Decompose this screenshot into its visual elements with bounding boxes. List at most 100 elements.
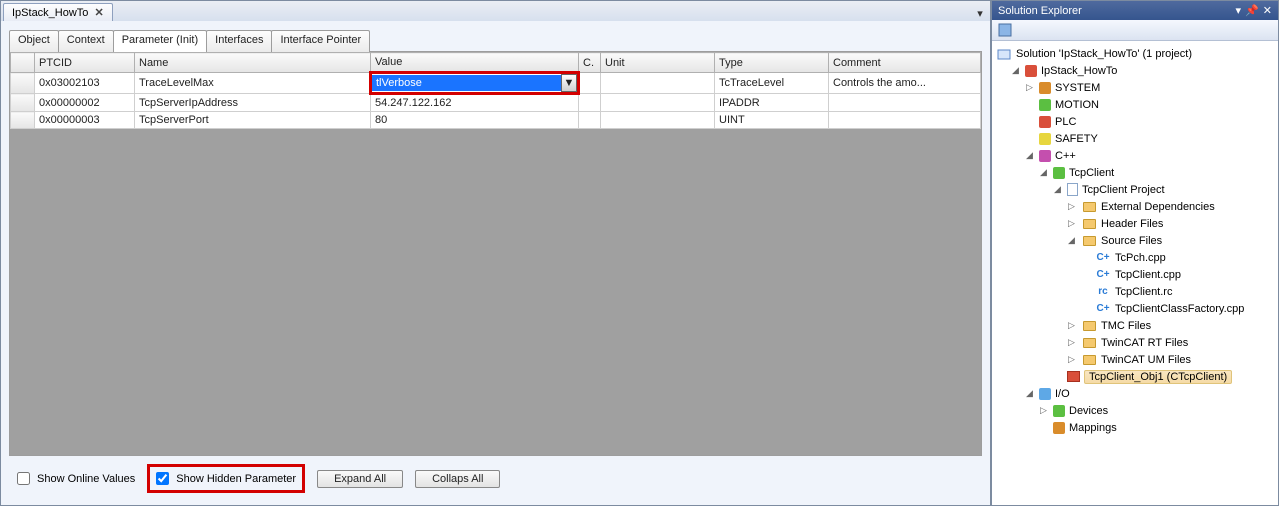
tree-rt-files[interactable]: ▷ TwinCAT RT Files <box>1064 334 1276 351</box>
tree-system[interactable]: ▷ SYSTEM <box>1022 79 1276 96</box>
tab-parameter-init[interactable]: Parameter (Init) <box>113 30 207 52</box>
collapse-icon[interactable]: ◢ <box>1052 184 1063 195</box>
cell-unit[interactable] <box>601 94 715 112</box>
cell-comment[interactable] <box>829 94 981 112</box>
expand-icon[interactable]: ▷ <box>1066 354 1077 365</box>
tree-header-files[interactable]: ▷ Header Files <box>1064 215 1276 232</box>
tree-src-file[interactable]: C+ TcpClientClassFactory.cpp <box>1078 300 1276 317</box>
tree-external-deps[interactable]: ▷ External Dependencies <box>1064 198 1276 215</box>
col-name[interactable]: Name <box>135 53 371 73</box>
cell-type[interactable]: UINT <box>715 112 829 129</box>
devices-icon <box>1053 405 1065 417</box>
cell-name[interactable]: TcpServerIpAddress <box>135 94 371 112</box>
expand-icon[interactable]: ▷ <box>1066 201 1077 212</box>
tab-interface-pointer[interactable]: Interface Pointer <box>271 30 370 52</box>
tree-motion[interactable]: MOTION <box>1022 96 1276 113</box>
window-menu-icon[interactable]: ▾ <box>1236 4 1242 17</box>
collapse-icon[interactable]: ◢ <box>1066 235 1077 246</box>
chevron-down-icon: ▾ <box>977 7 983 20</box>
tree-cpp[interactable]: ◢ C++ <box>1022 147 1276 164</box>
row-header[interactable] <box>11 73 35 94</box>
pin-icon[interactable]: 📌 <box>1245 4 1259 17</box>
panel-title: Solution Explorer <box>998 5 1082 17</box>
cell-value[interactable]: 54.247.122.162 <box>371 94 579 112</box>
cell-ptcid[interactable]: 0x03002103 <box>35 73 135 94</box>
collapse-icon[interactable]: ◢ <box>1024 150 1035 161</box>
cell-type[interactable]: IPADDR <box>715 94 829 112</box>
tree-plc[interactable]: PLC <box>1022 113 1276 130</box>
tree-um-files[interactable]: ▷ TwinCAT UM Files <box>1064 351 1276 368</box>
dropdown-button[interactable]: ▼ <box>561 74 577 92</box>
collapse-icon[interactable]: ◢ <box>1038 167 1049 178</box>
cell-unit[interactable] <box>601 112 715 129</box>
expand-icon[interactable]: ▷ <box>1066 320 1077 331</box>
expand-icon[interactable]: ▷ <box>1066 337 1077 348</box>
show-hidden-parameter-checkbox[interactable]: Show Hidden Parameter <box>152 469 296 488</box>
collapse-all-button[interactable]: Collaps All <box>415 470 500 488</box>
cell-ptcid[interactable]: 0x00000002 <box>35 94 135 112</box>
show-online-values-checkbox[interactable]: Show Online Values <box>13 469 135 488</box>
properties-icon[interactable] <box>998 23 1012 37</box>
row-header[interactable] <box>11 94 35 112</box>
collapse-icon[interactable]: ◢ <box>1010 65 1021 76</box>
expand-icon[interactable]: ▷ <box>1038 405 1049 416</box>
collapse-icon[interactable]: ◢ <box>1024 388 1035 399</box>
tree-devices[interactable]: ▷ Devices <box>1036 402 1276 419</box>
folder-icon <box>1083 338 1096 348</box>
tab-overflow-button[interactable]: ▾ <box>972 5 988 21</box>
cell-cs[interactable] <box>579 73 601 94</box>
col-cs[interactable]: C. <box>579 53 601 73</box>
cell-comment[interactable]: Controls the amo... <box>829 73 981 94</box>
tree-solution[interactable]: Solution 'IpStack_HowTo' (1 project) <box>994 45 1276 62</box>
expand-icon[interactable]: ▷ <box>1024 82 1035 93</box>
close-icon[interactable]: ✕ <box>1263 4 1272 17</box>
col-ptcid[interactable]: PTCID <box>35 53 135 73</box>
close-icon[interactable]: ✕ <box>94 6 103 19</box>
tree-safety[interactable]: SAFETY <box>1022 130 1276 147</box>
cell-name[interactable]: TraceLevelMax <box>135 73 371 94</box>
checkbox-input[interactable] <box>17 472 30 485</box>
row-header[interactable] <box>11 112 35 129</box>
expand-icon[interactable]: ▷ <box>1066 218 1077 229</box>
tab-label: Interfaces <box>215 34 263 46</box>
tree-source-files[interactable]: ◢ Source Files <box>1064 232 1276 249</box>
cell-type[interactable]: TcTraceLevel <box>715 73 829 94</box>
cell-cs[interactable] <box>579 112 601 129</box>
col-type[interactable]: Type <box>715 53 829 73</box>
solution-tree[interactable]: Solution 'IpStack_HowTo' (1 project) ◢ I… <box>992 41 1278 505</box>
col-unit[interactable]: Unit <box>601 53 715 73</box>
tree-mappings[interactable]: Mappings <box>1036 419 1276 436</box>
tree-tmc-files[interactable]: ▷ TMC Files <box>1064 317 1276 334</box>
table-row[interactable]: 0x00000002 TcpServerIpAddress 54.247.122… <box>11 94 981 112</box>
tree-src-file[interactable]: rc TcpClient.rc <box>1078 283 1276 300</box>
tab-context[interactable]: Context <box>58 30 114 52</box>
expand-all-button[interactable]: Expand All <box>317 470 403 488</box>
tab-interfaces[interactable]: Interfaces <box>206 30 272 52</box>
cell-ptcid[interactable]: 0x00000003 <box>35 112 135 129</box>
document-tab[interactable]: IpStack_HowTo ✕ <box>3 3 113 21</box>
col-comment[interactable]: Comment <box>829 53 981 73</box>
parameter-grid[interactable]: PTCID Name Value C. Unit Type Comment 0x… <box>10 52 981 129</box>
tree-tcpclient-project[interactable]: ◢ TcpClient Project <box>1050 181 1276 198</box>
tree-io[interactable]: ◢ I/O <box>1022 385 1276 402</box>
tree-label: TMC Files <box>1101 320 1151 332</box>
cell-comment[interactable] <box>829 112 981 129</box>
col-value[interactable]: Value <box>371 53 579 73</box>
tab-object[interactable]: Object <box>9 30 59 52</box>
cell-cs[interactable] <box>579 94 601 112</box>
checkbox-input[interactable] <box>156 472 169 485</box>
tree-project[interactable]: ◢ IpStack_HowTo <box>1008 62 1276 79</box>
project-icon <box>1025 65 1037 77</box>
cell-unit[interactable] <box>601 73 715 94</box>
tree-src-file[interactable]: C+ TcPch.cpp <box>1078 249 1276 266</box>
project-file-icon <box>1067 183 1078 196</box>
tree-src-file[interactable]: C+ TcpClient.cpp <box>1078 266 1276 283</box>
table-row[interactable]: 0x00000003 TcpServerPort 80 UINT <box>11 112 981 129</box>
folder-icon <box>1083 355 1096 365</box>
cell-value[interactable]: 80 <box>371 112 579 129</box>
tree-tcpclient-obj[interactable]: TcpClient_Obj1 (CTcpClient) <box>1050 368 1276 385</box>
tree-tcpclient[interactable]: ◢ TcpClient <box>1036 164 1276 181</box>
cell-name[interactable]: TcpServerPort <box>135 112 371 129</box>
table-row[interactable]: 0x03002103 TraceLevelMax tlVerbose ▼ TcT… <box>11 73 981 94</box>
cell-value-dropdown[interactable]: tlVerbose ▼ <box>371 73 579 94</box>
